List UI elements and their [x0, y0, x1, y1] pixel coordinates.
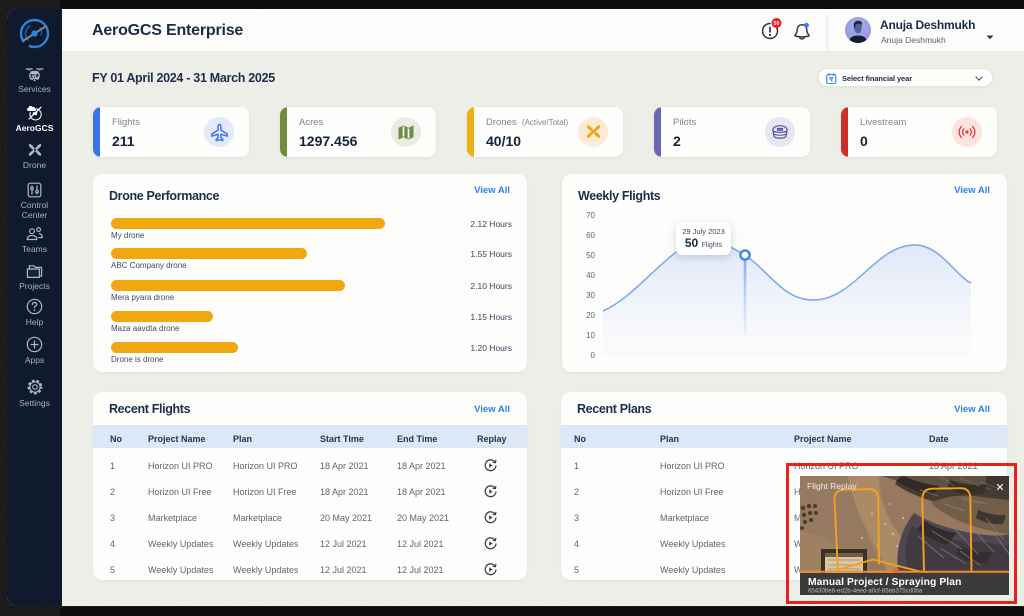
svg-text:40: 40 [586, 271, 595, 280]
svg-text:50: 50 [774, 21, 780, 27]
svg-text:60: 60 [586, 231, 595, 240]
svg-text:Manual Project / Spraying Plan: Manual Project / Spraying Plan [808, 577, 962, 588]
svg-text:Flight Replay: Flight Replay [807, 481, 857, 491]
svg-text:65430be6-ed2b-4eed-a0cf-85eb37: 65430be6-ed2b-4eed-a0cf-85eb375cd0ba [808, 588, 923, 595]
svg-text:30: 30 [586, 291, 595, 300]
svg-text:10: 10 [586, 331, 595, 340]
svg-text:0: 0 [591, 351, 596, 360]
svg-text:70: 70 [586, 211, 595, 220]
svg-text:50: 50 [586, 251, 595, 260]
svg-text:20: 20 [586, 311, 595, 320]
